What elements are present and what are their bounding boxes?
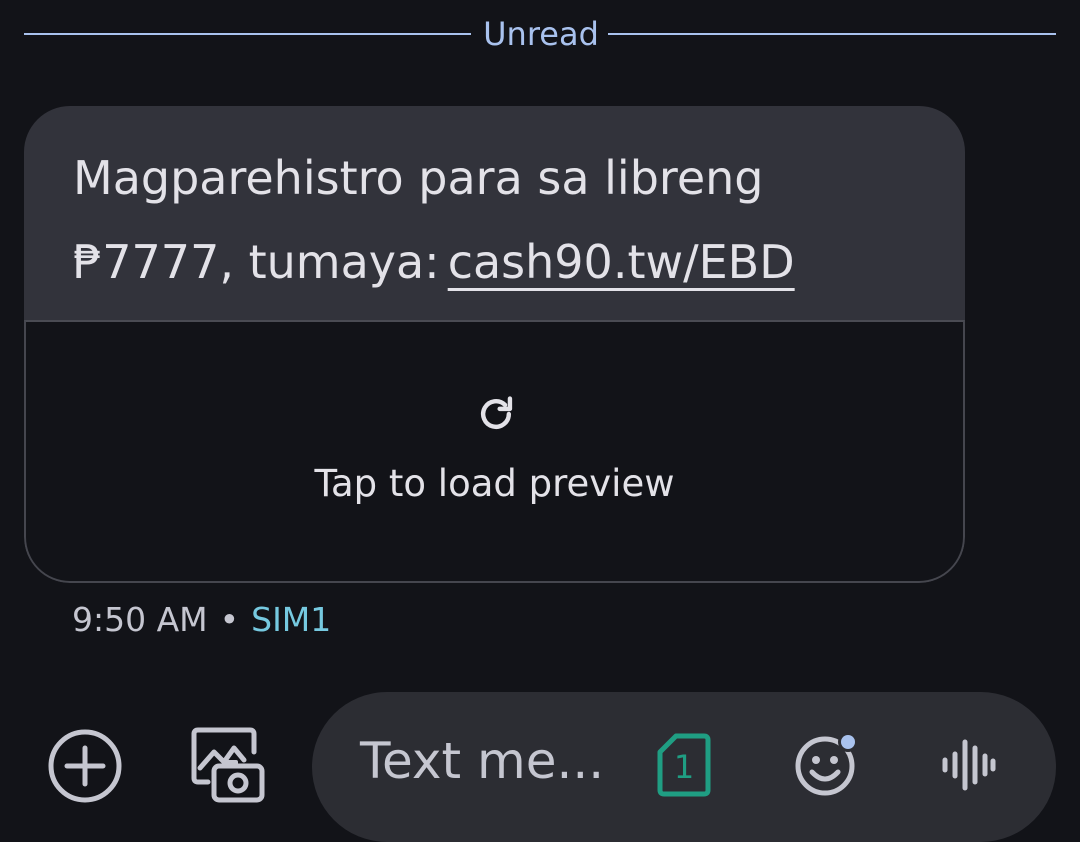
tap-to-load-preview: Tap to load preview	[314, 462, 675, 505]
add-icon[interactable]	[44, 726, 126, 808]
message-meta: 9:50 AM • SIM1	[72, 598, 331, 642]
sim-card-icon[interactable]: 1	[656, 732, 712, 798]
message-link[interactable]: cash90.tw/EBD	[448, 235, 795, 289]
divider-line-right	[608, 33, 1056, 35]
gallery-camera-icon[interactable]	[186, 722, 270, 806]
message-bubble[interactable]: Magparehistro para sa libreng ₱7777, tum…	[24, 106, 965, 583]
emoji-icon[interactable]	[794, 732, 860, 798]
voice-icon[interactable]	[940, 736, 998, 794]
message-body: Magparehistro para sa libreng ₱7777, tum…	[24, 106, 965, 320]
compose-placeholder: Text me...	[360, 732, 605, 790]
unread-divider: Unread	[24, 12, 1056, 56]
divider-line-left	[24, 33, 471, 35]
compose-field[interactable]: Text me... 1	[312, 692, 1056, 842]
link-preview[interactable]: Tap to load preview	[24, 320, 965, 583]
meta-separator: •	[219, 600, 240, 639]
message-text-wrap: Magparehistro para sa libreng ₱7777, tum…	[73, 136, 933, 304]
sim-label: SIM1	[251, 600, 332, 639]
refresh-icon	[480, 396, 513, 430]
sim-number: 1	[674, 748, 694, 786]
unread-label: Unread	[483, 15, 599, 53]
message-time: 9:50 AM	[72, 600, 208, 639]
